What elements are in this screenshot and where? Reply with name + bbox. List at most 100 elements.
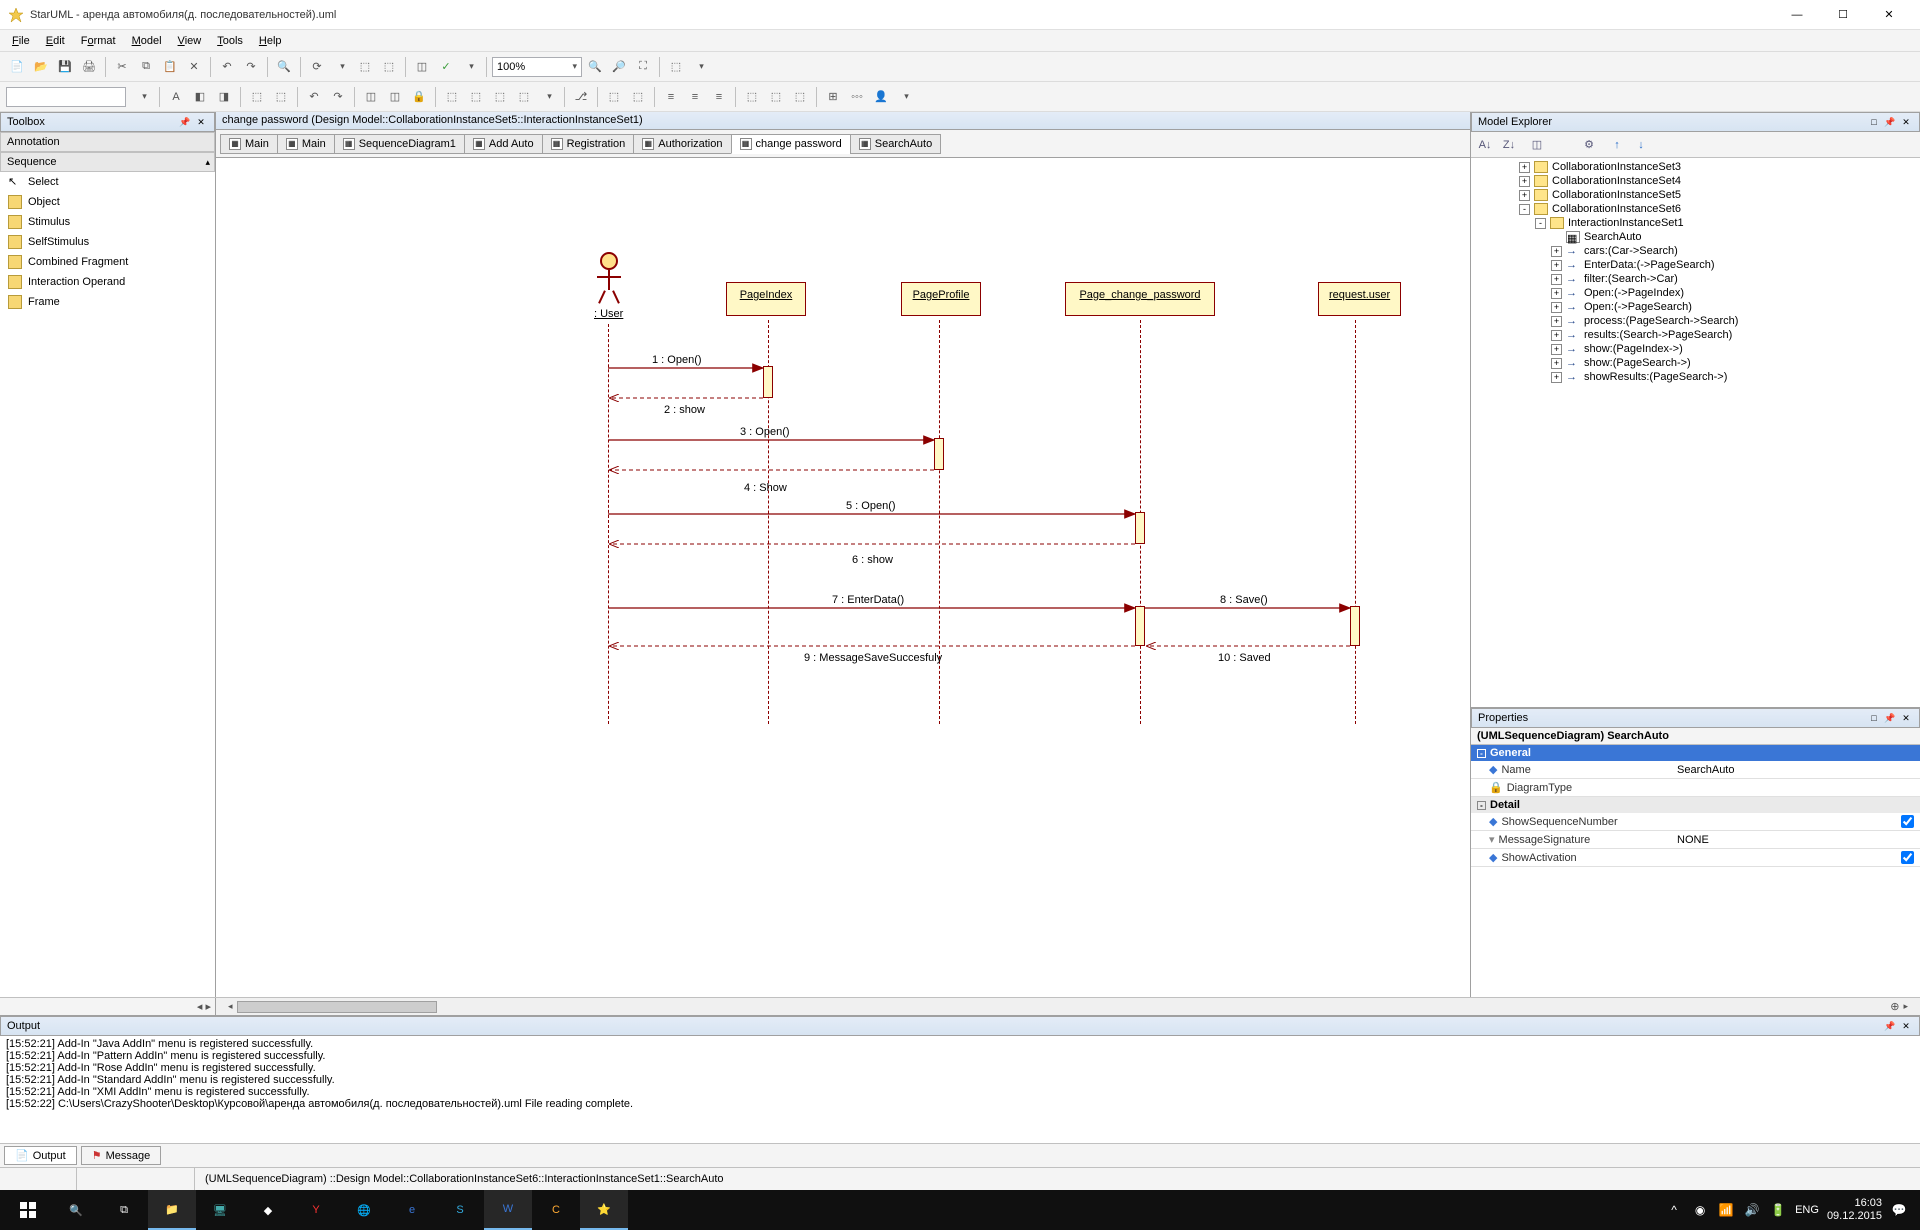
rotate-right-button[interactable]: ↷ (327, 86, 349, 108)
msg-2[interactable]: 2 : show (664, 404, 705, 416)
tray-clock[interactable]: 16:03 09.12.2015 (1827, 1197, 1882, 1223)
msg-3[interactable]: 3 : Open() (740, 426, 790, 438)
tray-location-icon[interactable]: ◉ (1691, 1201, 1709, 1219)
align-left-button[interactable]: ≡ (660, 86, 682, 108)
diagram-tab-authorization[interactable]: ▦Authorization (633, 134, 731, 154)
group-button[interactable]: ◫ (360, 86, 382, 108)
fill-color-button[interactable]: ◧ (189, 86, 211, 108)
tree-toggle[interactable]: + (1551, 372, 1562, 383)
tree-toggle[interactable]: + (1551, 330, 1562, 341)
tray-volume-icon[interactable]: 🔊 (1743, 1201, 1761, 1219)
tree-node[interactable]: +results:(Search->PageSearch) (1471, 328, 1920, 342)
activation[interactable] (763, 366, 773, 398)
category-general[interactable]: -General (1471, 745, 1920, 761)
output-body[interactable]: [15:52:21] Add-In "Java AddIn" menu is r… (0, 1036, 1920, 1143)
close-icon[interactable]: ✕ (1899, 1019, 1913, 1033)
verify-dropdown[interactable] (459, 56, 481, 78)
tree-node[interactable]: +CollaborationInstanceSet3 (1471, 160, 1920, 174)
rotate-left-button[interactable]: ↶ (303, 86, 325, 108)
zoom-combo[interactable]: 100%▾ (492, 57, 582, 77)
msg-7[interactable]: 7 : EnterData() (832, 594, 904, 606)
prop-row-name[interactable]: ◆Name SearchAuto (1471, 761, 1920, 779)
close-icon[interactable]: ✕ (1899, 115, 1913, 129)
font-button[interactable]: A (165, 86, 187, 108)
cut-button[interactable]: ✂ (111, 56, 133, 78)
print-button[interactable]: 🖨 (78, 56, 100, 78)
app4-taskbar-icon[interactable]: C (532, 1190, 580, 1230)
tree-toggle[interactable]: - (1519, 204, 1530, 215)
tree-node[interactable]: +CollaborationInstanceSet5 (1471, 188, 1920, 202)
tree-node[interactable]: +cars:(Car->Search) (1471, 244, 1920, 258)
tree-node[interactable]: -CollaborationInstanceSet6 (1471, 202, 1920, 216)
tree-toggle[interactable]: + (1551, 302, 1562, 313)
stereotype-dropdown[interactable] (132, 86, 154, 108)
tree-toggle[interactable]: + (1551, 260, 1562, 271)
diagram-tab-sequencediagram1[interactable]: ▦SequenceDiagram1 (334, 134, 465, 154)
tray-wifi-icon[interactable]: 📶 (1717, 1201, 1735, 1219)
tab-message[interactable]: ⚑Message (81, 1146, 162, 1165)
tree-toggle[interactable]: + (1551, 246, 1562, 257)
msg-1[interactable]: 1 : Open() (652, 354, 702, 366)
tree-node[interactable]: +show:(PageIndex->) (1471, 342, 1920, 356)
distribute-v-button[interactable]: ⬚ (765, 86, 787, 108)
align-center-button[interactable]: ≡ (684, 86, 706, 108)
autosize-button[interactable]: ⬚ (489, 86, 511, 108)
category-detail[interactable]: -Detail (1471, 797, 1920, 813)
menu-help[interactable]: Help (251, 33, 290, 49)
msg-6[interactable]: 6 : show (852, 554, 893, 566)
tree-node[interactable]: ▦SearchAuto (1471, 230, 1920, 244)
verify-button[interactable]: ✓ (435, 56, 457, 78)
tree-node[interactable]: +Open:(->PageSearch) (1471, 300, 1920, 314)
find-button[interactable]: 🔍 (273, 56, 295, 78)
app3-taskbar-icon[interactable]: 🌐 (340, 1190, 388, 1230)
space-button[interactable]: ⬚ (789, 86, 811, 108)
lock-button[interactable]: 🔒 (408, 86, 430, 108)
activation[interactable] (1350, 606, 1360, 646)
down-icon[interactable]: ↓ (1631, 135, 1651, 155)
align2-button[interactable]: ⬚ (627, 86, 649, 108)
msg-10[interactable]: 10 : Saved (1218, 652, 1271, 664)
toolbox-item-selfstimulus[interactable]: SelfStimulus (0, 232, 215, 252)
start-button[interactable] (4, 1190, 52, 1230)
diagram-tab-registration[interactable]: ▦Registration (542, 134, 635, 154)
msg-5[interactable]: 5 : Open() (846, 500, 896, 512)
close-icon[interactable]: ✕ (1899, 711, 1913, 725)
prop-row-diagramtype[interactable]: 🔒DiagramType (1471, 779, 1920, 797)
showact-checkbox[interactable] (1901, 851, 1914, 864)
tree-node[interactable]: +showResults:(PageSearch->) (1471, 370, 1920, 384)
tree-node[interactable]: +CollaborationInstanceSet4 (1471, 174, 1920, 188)
tree-node[interactable]: -InteractionInstanceSet1 (1471, 216, 1920, 230)
tray-chevron-icon[interactable]: ^ (1665, 1201, 1683, 1219)
explorer-taskbar-icon[interactable]: 📁 (148, 1190, 196, 1230)
maximize-button[interactable]: ☐ (1820, 0, 1866, 30)
lifeline-pageindex[interactable]: PageIndex (726, 282, 806, 316)
fit-button[interactable]: ⛶ (632, 56, 654, 78)
export-dropdown[interactable] (689, 56, 711, 78)
toolbox-item-select[interactable]: ↖Select (0, 172, 215, 192)
wrap-button[interactable]: ⬚ (441, 86, 463, 108)
menu-model[interactable]: Model (124, 33, 170, 49)
ungroup-button[interactable]: ◫ (384, 86, 406, 108)
activation[interactable] (934, 438, 944, 470)
copy-button[interactable]: ⧉ (135, 56, 157, 78)
close-icon[interactable]: ✕ (194, 115, 208, 129)
tree-toggle[interactable]: + (1519, 176, 1530, 187)
toolbox-item-interaction-operand[interactable]: Interaction Operand (0, 272, 215, 292)
lifeline-request-user[interactable]: request.user (1318, 282, 1401, 316)
lifeline-pageprofile[interactable]: PageProfile (901, 282, 981, 316)
up-icon[interactable]: ↑ (1607, 135, 1627, 155)
app1-taskbar-icon[interactable]: 🖥 (196, 1190, 244, 1230)
actor-user[interactable]: : User (594, 252, 623, 320)
showseq-checkbox[interactable] (1901, 815, 1914, 828)
tree-toggle[interactable]: + (1519, 162, 1530, 173)
h-scrollbar[interactable]: ◂ ⊕ ▸ (216, 998, 1920, 1015)
align-right-button[interactable]: ≡ (708, 86, 730, 108)
line-color-button[interactable]: ◨ (213, 86, 235, 108)
lifeline-page-change-password[interactable]: Page_change_password (1065, 282, 1215, 316)
prop-row-msgsig[interactable]: ▾MessageSignature NONE (1471, 831, 1920, 849)
pin-icon[interactable]: 📌 (1883, 115, 1897, 129)
sort-az-button[interactable]: A↓ (1475, 135, 1495, 155)
pin-icon[interactable]: 📌 (178, 115, 192, 129)
collapse-up-icon[interactable]: ▴ (205, 157, 210, 168)
tree-node[interactable]: +EnterData:(->PageSearch) (1471, 258, 1920, 272)
